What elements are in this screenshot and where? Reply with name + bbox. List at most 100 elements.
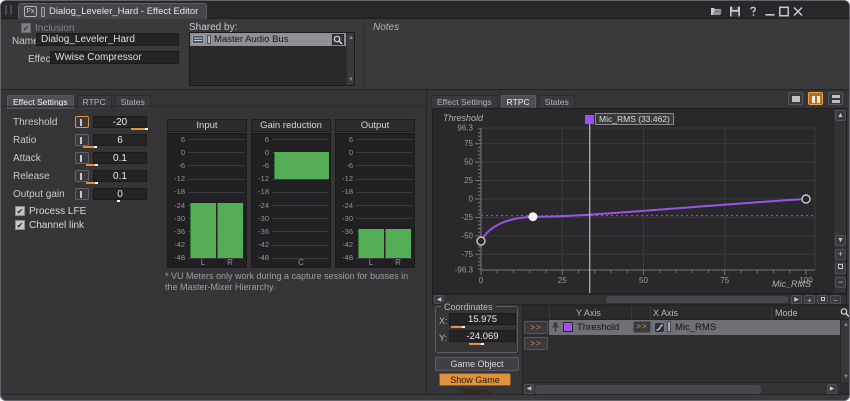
- rtpc-table: Y Axis X Axis Mode >> Threshold >> Mic_R…: [522, 305, 850, 394]
- inclusion-checkbox[interactable]: ✔: [21, 23, 31, 33]
- param-value-output-gain[interactable]: [93, 188, 147, 200]
- window-tab[interactable]: Fx Dialog_Leveler_Hard - Effect Editor: [18, 3, 207, 19]
- slider-handle-dot[interactable]: [117, 200, 120, 202]
- coordinate-x-input[interactable]: [449, 313, 516, 325]
- x-axis-cell[interactable]: Mic_RMS: [675, 322, 716, 333]
- slider-indicator: [86, 164, 95, 166]
- window-titlebar[interactable]: Fx Dialog_Leveler_Hard - Effect Editor: [1, 1, 849, 19]
- slider-handle-dot[interactable]: [481, 343, 484, 345]
- scroll-down-icon[interactable]: ▼: [835, 235, 846, 246]
- slider-handle-dot[interactable]: [462, 326, 465, 328]
- meter-tick: [356, 258, 412, 259]
- tab-effect-settings[interactable]: Effect Settings: [431, 95, 498, 109]
- meter-tick: [356, 152, 412, 153]
- slider-indicator: [131, 128, 145, 130]
- rtpc-graph-panel: 025507510096.37550250-25-50-75-96.3 Thre…: [432, 108, 847, 294]
- param-value-attack[interactable]: [93, 152, 147, 164]
- shared-by-scrollbar[interactable]: ▲▼: [346, 33, 354, 85]
- assign-y-row1-button[interactable]: >>: [524, 321, 548, 334]
- zoom-fit-button[interactable]: [817, 295, 828, 304]
- hscroll-thumb[interactable]: [535, 385, 761, 394]
- meter-scale-label: -30: [168, 214, 185, 223]
- search-icon: [333, 35, 343, 45]
- meter-channel-label: L: [198, 258, 208, 267]
- svg-text:25: 25: [558, 276, 567, 285]
- maximize-button[interactable]: [777, 4, 790, 16]
- meter-scale-label: -42: [252, 240, 269, 249]
- meter-bar: [190, 203, 216, 258]
- param-slider-release[interactable]: [75, 170, 89, 182]
- y-axis-cell[interactable]: Threshold: [577, 322, 619, 333]
- shared-by-list[interactable]: Master Audio Bus ▲▼: [189, 32, 355, 86]
- minimize-button[interactable]: [763, 4, 776, 16]
- view-split-vertical-button[interactable]: [808, 92, 823, 105]
- slider-handle-dot[interactable]: [94, 146, 97, 148]
- column-header-mode[interactable]: Mode: [775, 308, 798, 318]
- table-search-button[interactable]: [840, 307, 850, 319]
- assign-x-row1-button[interactable]: >>: [633, 321, 651, 333]
- show-game-objects-button[interactable]: Show Game Objects: [439, 373, 511, 386]
- column-header-y-axis[interactable]: Y Axis: [576, 308, 601, 318]
- scroll-down-icon[interactable]: ▼: [348, 77, 354, 83]
- zoom-out-button[interactable]: −: [835, 277, 846, 288]
- close-button[interactable]: [791, 4, 804, 16]
- coordinates-title: Coordinates: [441, 302, 496, 312]
- assign-y-row2-button[interactable]: >>: [524, 337, 548, 350]
- coordinate-y-label: Y:: [439, 333, 447, 343]
- checkbox-channel-link[interactable]: ✔: [15, 220, 25, 230]
- minimize-icon: [765, 14, 774, 16]
- fit-icon: [838, 264, 843, 269]
- scroll-down-icon[interactable]: ▼: [843, 374, 849, 380]
- param-slider-threshold[interactable]: [75, 116, 89, 128]
- param-slider-attack[interactable]: [75, 152, 89, 164]
- view-split-horizontal-button[interactable]: [828, 92, 843, 105]
- slider-indicator: [86, 182, 95, 184]
- meter-scale-label: -36: [168, 227, 185, 236]
- checkbox-process-lfe[interactable]: ✔: [15, 206, 25, 216]
- table-vscrollbar[interactable]: ▲ ▼: [840, 320, 850, 382]
- graph-vscrollbar[interactable]: ▲ ▼ + −: [833, 109, 846, 293]
- meter-tick: [188, 139, 244, 140]
- dock-grip-icon[interactable]: [5, 5, 12, 15]
- rtpc-curve-graph[interactable]: 025507510096.37550250-25-50-75-96.3: [433, 109, 846, 293]
- view-single-button[interactable]: [788, 92, 803, 105]
- help-button[interactable]: [746, 4, 759, 16]
- meter-tick: [272, 192, 328, 193]
- curve-color-swatch[interactable]: [563, 322, 573, 332]
- param-slider-ratio[interactable]: [75, 134, 89, 146]
- name-input[interactable]: [36, 33, 179, 46]
- slider-handle-dot[interactable]: [145, 128, 148, 130]
- zoom-out-button[interactable]: −: [830, 295, 841, 304]
- param-slider-output-gain[interactable]: [75, 188, 89, 200]
- notes-area[interactable]: [364, 19, 849, 89]
- param-value-threshold[interactable]: [93, 116, 147, 128]
- scroll-up-icon[interactable]: ▲: [843, 322, 849, 328]
- tab-rtpc[interactable]: RTPC: [501, 95, 536, 109]
- shared-by-item[interactable]: Master Audio Bus: [190, 33, 346, 46]
- zoom-in-button[interactable]: +: [804, 295, 815, 304]
- save-button[interactable]: [728, 4, 741, 16]
- column-header-x-axis[interactable]: X Axis: [653, 308, 678, 318]
- game-object-explorer-button[interactable]: Game Object Explorer...: [435, 357, 519, 371]
- zoom-in-button[interactable]: +: [835, 249, 846, 260]
- param-value-release[interactable]: [93, 170, 147, 182]
- param-value-ratio[interactable]: [93, 134, 147, 146]
- meter-scale-label: -24: [336, 201, 353, 210]
- slider-handle-dot[interactable]: [95, 182, 98, 184]
- effect-input[interactable]: [50, 51, 179, 64]
- slider-handle-dot[interactable]: [95, 164, 98, 166]
- hscroll-thumb[interactable]: [606, 296, 788, 303]
- coordinate-y-input[interactable]: [449, 330, 516, 342]
- scroll-up-icon[interactable]: ▲: [835, 110, 846, 121]
- meter-scale-label: -12: [168, 174, 185, 183]
- zoom-fit-button[interactable]: [835, 263, 846, 274]
- search-button[interactable]: [332, 34, 344, 45]
- scroll-right-icon[interactable]: ▶: [791, 295, 802, 304]
- svg-text:75: 75: [464, 139, 473, 148]
- open-button[interactable]: [709, 4, 722, 16]
- scroll-up-icon[interactable]: ▲: [348, 35, 354, 41]
- tab-states[interactable]: States: [539, 95, 575, 109]
- rtpc-table-row[interactable]: Threshold >> Mic_RMS: [549, 320, 840, 335]
- scroll-right-icon[interactable]: ▶: [827, 384, 837, 394]
- scroll-left-icon[interactable]: ◀: [524, 384, 534, 394]
